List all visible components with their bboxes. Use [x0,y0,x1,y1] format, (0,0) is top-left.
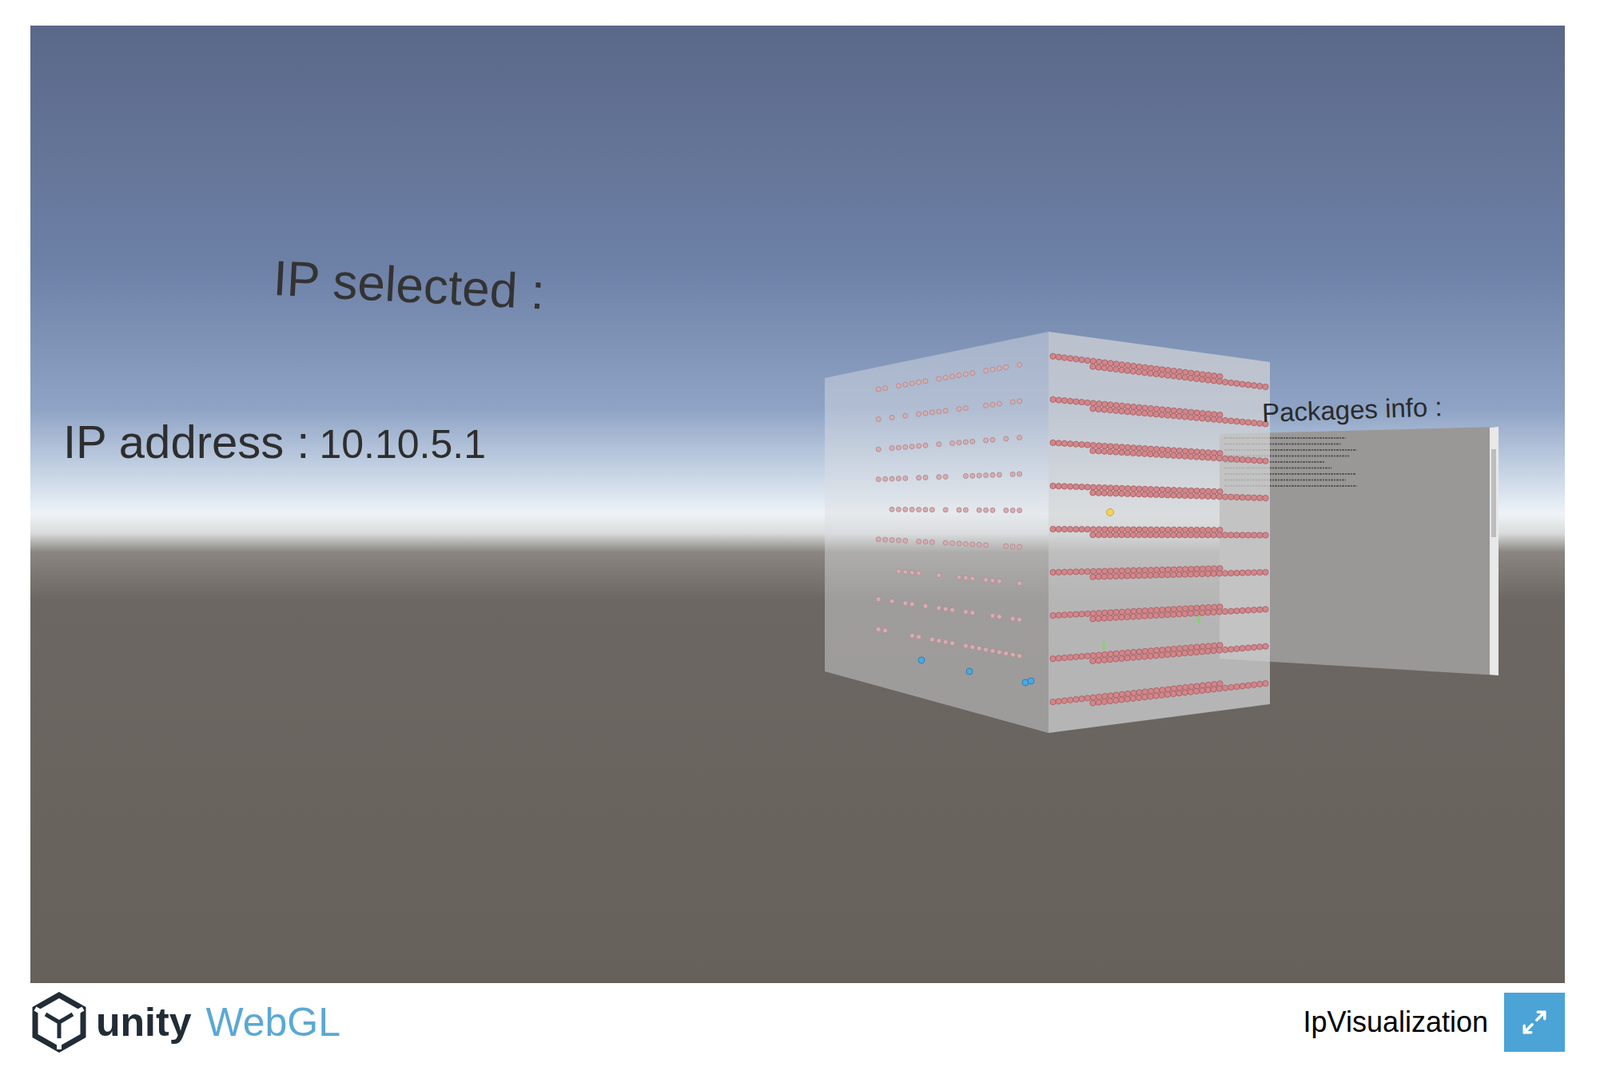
unity-webgl-logo: unity WebGL [30,991,341,1053]
footer-right: IpVisualization [1303,992,1566,1052]
unity-logo-icon [30,991,88,1053]
logo-word: unity [95,1002,192,1043]
cube-right-face [1048,331,1270,733]
webgl-footer: unity WebGL IpVisualization [30,983,1565,1062]
ip-cube-scene[interactable] [30,25,1565,984]
logo-product: WebGL [205,1002,341,1043]
app-title: IpVisualization [1303,1007,1489,1037]
unity-canvas[interactable]: IP selected : IP address :10.10.5.1 Packag… [30,25,1565,984]
webgl-page: IP selected : IP address :10.10.5.1 Packag… [0,0,1600,1079]
ip-address-row: IP address :10.10.5.1 [63,415,486,470]
ip-address-value: 10.10.5.1 [318,421,486,469]
ip-address-label: IP address : [63,415,310,470]
cube-front-face [824,331,1049,733]
ip-selected-heading: IP selected : [271,249,546,321]
fullscreen-icon [1520,1008,1549,1036]
packages-info-heading: Packages info : [1261,391,1443,429]
fullscreen-button[interactable] [1504,992,1565,1052]
